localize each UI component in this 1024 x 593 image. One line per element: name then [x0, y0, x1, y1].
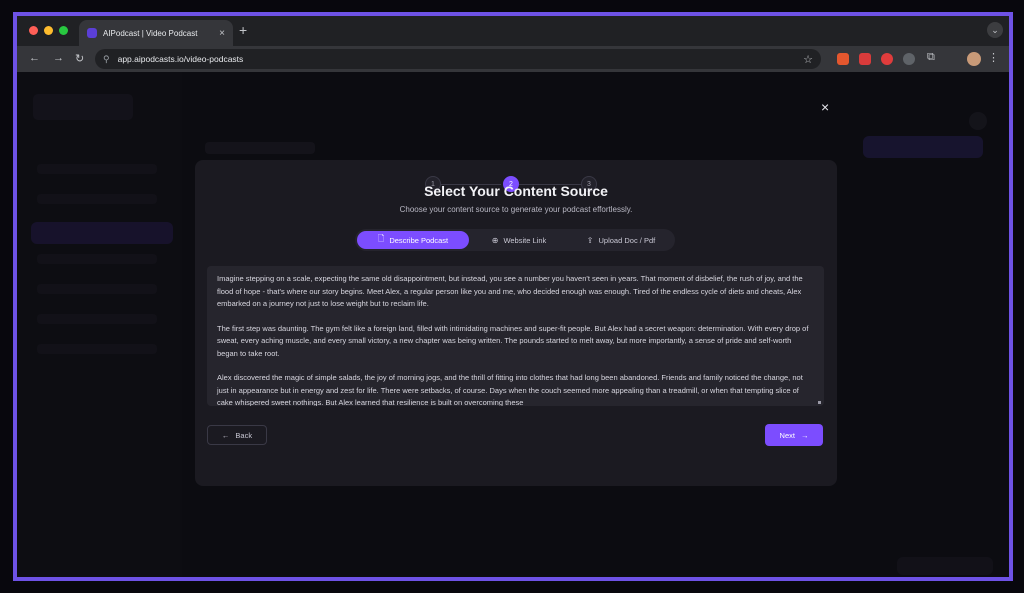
tab-label: Website Link: [503, 235, 547, 245]
extensions-puzzle-icon[interactable]: ⧉: [927, 51, 935, 64]
globe-icon: ⊕: [491, 235, 499, 245]
url-text[interactable]: app.aipodcasts.io/video-podcasts: [118, 54, 796, 64]
arrow-left-icon: ←: [221, 430, 230, 440]
textarea-scrollbar[interactable]: [818, 401, 821, 404]
browser-tab-bar: AIPodcast | Video Podcast × + ⌄: [17, 16, 1009, 46]
back-label: Back: [235, 430, 253, 440]
site-info-icon[interactable]: ⚲: [103, 54, 110, 65]
tab-search-button[interactable]: ⌄: [987, 22, 1003, 38]
tab-website-link[interactable]: ⊕ Website Link: [471, 231, 567, 249]
extension-icon[interactable]: [881, 53, 893, 65]
extension-icon[interactable]: [903, 53, 915, 65]
arrow-right-icon: →: [800, 430, 809, 440]
modal-subtitle: Choose your content source to generate y…: [399, 205, 633, 214]
source-tabs: 🗋 Describe Podcast ⊕ Website Link ⇪ Uplo…: [355, 229, 675, 251]
maximize-window-button[interactable]: [59, 26, 68, 35]
bookmark-star-icon[interactable]: ☆: [803, 53, 813, 66]
reload-icon[interactable]: ↻: [75, 52, 84, 65]
close-window-button[interactable]: [29, 26, 38, 35]
screen-frame: AIPodcast | Video Podcast × + ⌄ ← → ↻ ⚲ …: [13, 12, 1013, 581]
tab-describe-podcast[interactable]: 🗋 Describe Podcast: [357, 231, 469, 249]
minimize-window-button[interactable]: [44, 26, 53, 35]
profile-avatar[interactable]: [967, 52, 981, 66]
tab-label: Describe Podcast: [389, 235, 449, 245]
tab-label: Upload Doc / Pdf: [598, 235, 656, 245]
browser-menu-icon[interactable]: ⋮: [988, 51, 999, 64]
forward-nav-icon[interactable]: →: [53, 52, 64, 64]
browser-toolbar: ← → ↻ ⚲ app.aipodcasts.io/video-podcasts…: [17, 46, 1009, 72]
favicon-icon: [87, 28, 97, 38]
next-button[interactable]: Next →: [765, 424, 823, 446]
description-paragraph: Imagine stepping on a scale, expecting t…: [217, 274, 803, 308]
window-controls: [29, 26, 68, 35]
extension-icon[interactable]: [859, 53, 871, 65]
podcast-description-textarea[interactable]: Imagine stepping on a scale, expecting t…: [207, 266, 824, 406]
browser-tab[interactable]: AIPodcast | Video Podcast ×: [79, 20, 233, 46]
extension-icon[interactable]: [837, 53, 849, 65]
tab-title: AIPodcast | Video Podcast: [103, 28, 198, 38]
description-paragraph: The first step was daunting. The gym fel…: [217, 323, 809, 358]
description-paragraph: Alex discovered the magic of simple sala…: [217, 373, 803, 406]
modal-title: Select Your Content Source: [424, 183, 608, 199]
next-label: Next: [779, 430, 795, 440]
back-nav-icon[interactable]: ←: [29, 52, 40, 64]
close-modal-icon[interactable]: ×: [821, 99, 829, 115]
upload-icon: ⇪: [586, 235, 594, 245]
address-bar[interactable]: ⚲ app.aipodcasts.io/video-podcasts ☆: [95, 49, 821, 69]
back-button[interactable]: ← Back: [207, 425, 267, 445]
new-tab-button[interactable]: +: [239, 22, 247, 38]
document-icon: 🗋: [377, 234, 385, 243]
tab-close-icon[interactable]: ×: [219, 28, 225, 39]
content-source-modal: 1 2 3 Select Your Content Source Choose …: [195, 160, 837, 486]
tab-upload-doc[interactable]: ⇪ Upload Doc / Pdf: [569, 231, 673, 249]
